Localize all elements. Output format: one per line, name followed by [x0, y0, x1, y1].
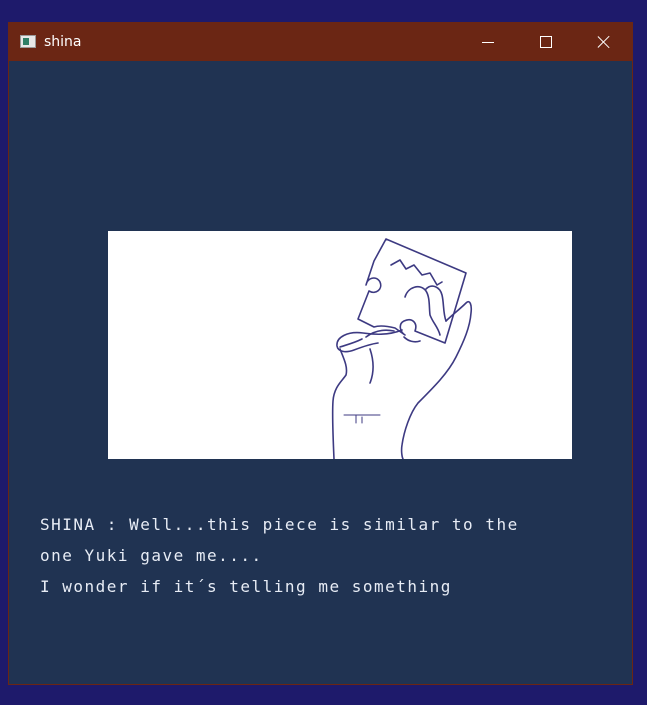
minimize-button[interactable]: [459, 23, 517, 61]
hand-thumb: [336, 329, 403, 353]
hand-holding-puzzle-piece-illustration: [331, 238, 473, 459]
scene-illustration: [108, 231, 572, 459]
minimize-icon: [482, 41, 494, 43]
game-window: shina SHINA: Well...this piece is simil…: [8, 22, 633, 685]
dialogue-line: one Yuki gave me....: [40, 546, 263, 565]
maximize-icon: [540, 36, 552, 48]
dialogue-box[interactable]: SHINA : Well...this piece is similar to …: [40, 509, 620, 602]
maximize-button[interactable]: [517, 23, 575, 61]
dialogue-line: I wonder if it´s telling me something: [40, 577, 452, 596]
close-icon: [597, 35, 611, 49]
title-bar[interactable]: shina: [9, 23, 632, 61]
hand-fingers: [404, 285, 441, 336]
puzzle-piece: [357, 238, 467, 344]
hand-wrist: [331, 348, 348, 459]
window-title: shina: [44, 34, 82, 50]
close-button[interactable]: [575, 23, 633, 61]
app-icon: [20, 35, 36, 48]
dialogue-line: SHINA : Well...this piece is similar to …: [40, 515, 519, 534]
